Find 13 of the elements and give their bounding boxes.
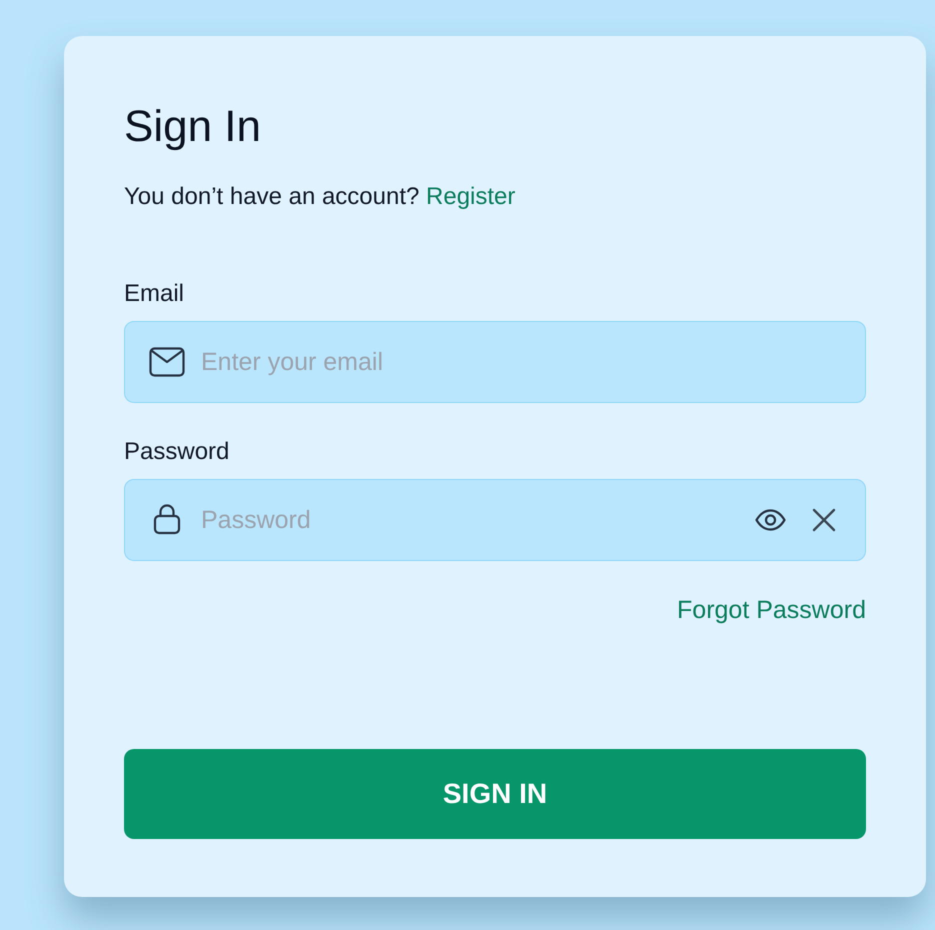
account-prompt: You don’t have an account? Register — [124, 182, 516, 212]
mail-icon — [149, 347, 185, 377]
lock-icon — [153, 503, 181, 535]
eye-icon[interactable] — [755, 509, 786, 531]
close-icon[interactable] — [812, 508, 836, 532]
field-label: Password — [124, 437, 230, 467]
page-title: Sign In — [124, 101, 262, 153]
sign-in-button[interactable]: SIGN IN — [124, 749, 866, 839]
email-field[interactable]: Enter your email — [124, 321, 866, 403]
forgot-password-link[interactable]: Forgot Password — [677, 595, 866, 625]
field-label: Email — [124, 279, 186, 309]
password-field[interactable]: Password — [124, 479, 866, 561]
register-link[interactable]: Register — [426, 183, 516, 210]
